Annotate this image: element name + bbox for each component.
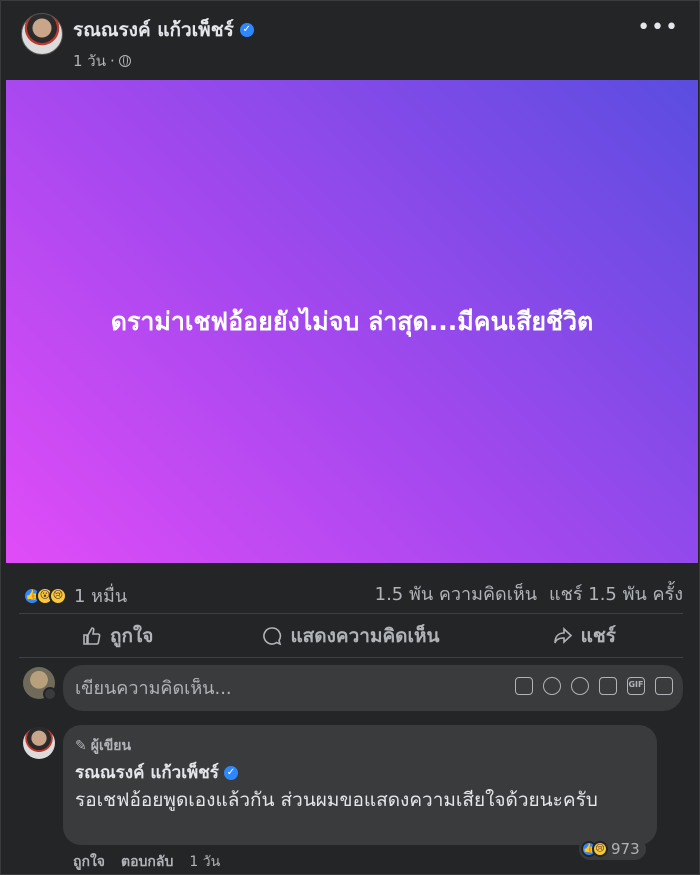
- share-label: แชร์: [580, 625, 616, 647]
- emoji-icon[interactable]: [571, 677, 589, 695]
- verified-icon: ✓: [239, 23, 254, 37]
- comment-reactions[interactable]: 👍 😢 973: [579, 838, 646, 860]
- globe-icon: [118, 55, 131, 67]
- post-meta: 1 วัน ·: [73, 49, 131, 73]
- like-button[interactable]: ถูกใจ: [1, 616, 234, 656]
- author-tag-label: ผู้เขียน: [90, 738, 132, 754]
- comment-author-row: รณณรงค์ แก้วเพ็ชร์ ✓: [75, 759, 238, 786]
- comment-avatar[interactable]: [23, 727, 55, 759]
- comment-author[interactable]: รณณรงค์ แก้วเพ็ชร์: [75, 759, 219, 786]
- divider: [19, 613, 683, 614]
- divider: [19, 657, 683, 658]
- facebook-post: รณณรงค์ แก้วเพ็ชร์ ✓ 1 วัน · ••• ดราม่าเ…: [0, 0, 700, 875]
- author-tag: ✎ ผู้เขียน: [75, 735, 131, 757]
- more-options-icon[interactable]: •••: [637, 17, 679, 39]
- comment-label: แสดงความคิดเห็น: [290, 625, 440, 647]
- comment-bubble: ✎ ผู้เขียน รณณรงค์ แก้วเพ็ชร์ ✓ รอเชฟอ้อ…: [63, 725, 657, 845]
- comment-button[interactable]: แสดงความคิดเห็น: [234, 616, 467, 656]
- comments-shares: 1.5 พัน ความคิดเห็น แชร์ 1.5 พัน ครั้ง: [375, 579, 683, 608]
- sad-reaction-icon: 😢: [49, 586, 67, 605]
- banner-text: ดราม่าเชฟอ้อยยังไม่จบ ล่าสุด...มีคนเสียช…: [110, 306, 594, 336]
- sticker-pack-icon[interactable]: [655, 677, 673, 695]
- comment-icon: [263, 627, 282, 646]
- comment: ✎ ผู้เขียน รณณรงค์ แก้วเพ็ชร์ ✓ รอเชฟอ้อ…: [1, 721, 700, 875]
- composer-box[interactable]: GIF: [63, 665, 683, 711]
- author-name-row: รณณรงค์ แก้วเพ็ชร์ ✓: [73, 15, 254, 45]
- post-banner[interactable]: ดราม่าเชฟอ้อยยังไม่จบ ล่าสุด...มีคนเสียช…: [6, 80, 698, 563]
- comment-composer: GIF: [1, 661, 700, 713]
- comment-like-button[interactable]: ถูกใจ: [73, 851, 105, 873]
- avatar-sticker-icon[interactable]: [515, 677, 533, 695]
- separator-dot: ·: [110, 52, 115, 70]
- composer-icons: GIF: [515, 677, 673, 695]
- post-actions: ถูกใจ แสดงความคิดเห็น แชร์: [1, 616, 700, 656]
- comment-input[interactable]: [75, 677, 495, 699]
- like-label: ถูกใจ: [109, 625, 154, 647]
- share-count[interactable]: แชร์ 1.5 พัน ครั้ง: [549, 579, 683, 608]
- reaction-count: 1 หมื่น: [74, 586, 128, 607]
- sticker-icon[interactable]: [543, 677, 561, 695]
- gif-icon[interactable]: GIF: [627, 677, 645, 695]
- comment-reaction-count: 973: [611, 840, 640, 858]
- share-icon: [553, 627, 572, 644]
- pencil-icon: ✎: [75, 738, 87, 754]
- comment-reply-button[interactable]: ตอบกลับ: [121, 851, 173, 873]
- camera-icon[interactable]: [599, 677, 617, 695]
- share-button[interactable]: แชร์: [468, 616, 700, 656]
- reactions-summary[interactable]: 👍 😮 😢 1 หมื่น: [23, 581, 127, 610]
- verified-icon: ✓: [223, 765, 238, 780]
- post-header: รณณรงค์ แก้วเพ็ชร์ ✓ 1 วัน · •••: [1, 1, 700, 79]
- comment-actions: ถูกใจ ตอบกลับ 1 วัน: [73, 851, 220, 873]
- comment-count[interactable]: 1.5 พัน ความคิดเห็น: [375, 579, 537, 608]
- profile-switch-badge[interactable]: [43, 687, 57, 701]
- author-avatar[interactable]: [21, 13, 63, 55]
- thumbs-up-icon: [83, 627, 101, 645]
- comment-text: รอเชฟอ้อยพูดเองแล้วกัน ส่วนผมขอแสดงความเ…: [75, 789, 598, 811]
- comment-time[interactable]: 1 วัน: [189, 851, 220, 873]
- sad-reaction-icon: 😢: [592, 841, 608, 857]
- post-stats: 👍 😮 😢 1 หมื่น 1.5 พัน ความคิดเห็น แชร์ 1…: [1, 571, 700, 611]
- post-time[interactable]: 1 วัน: [73, 49, 106, 73]
- author-name[interactable]: รณณรงค์ แก้วเพ็ชร์: [73, 15, 234, 45]
